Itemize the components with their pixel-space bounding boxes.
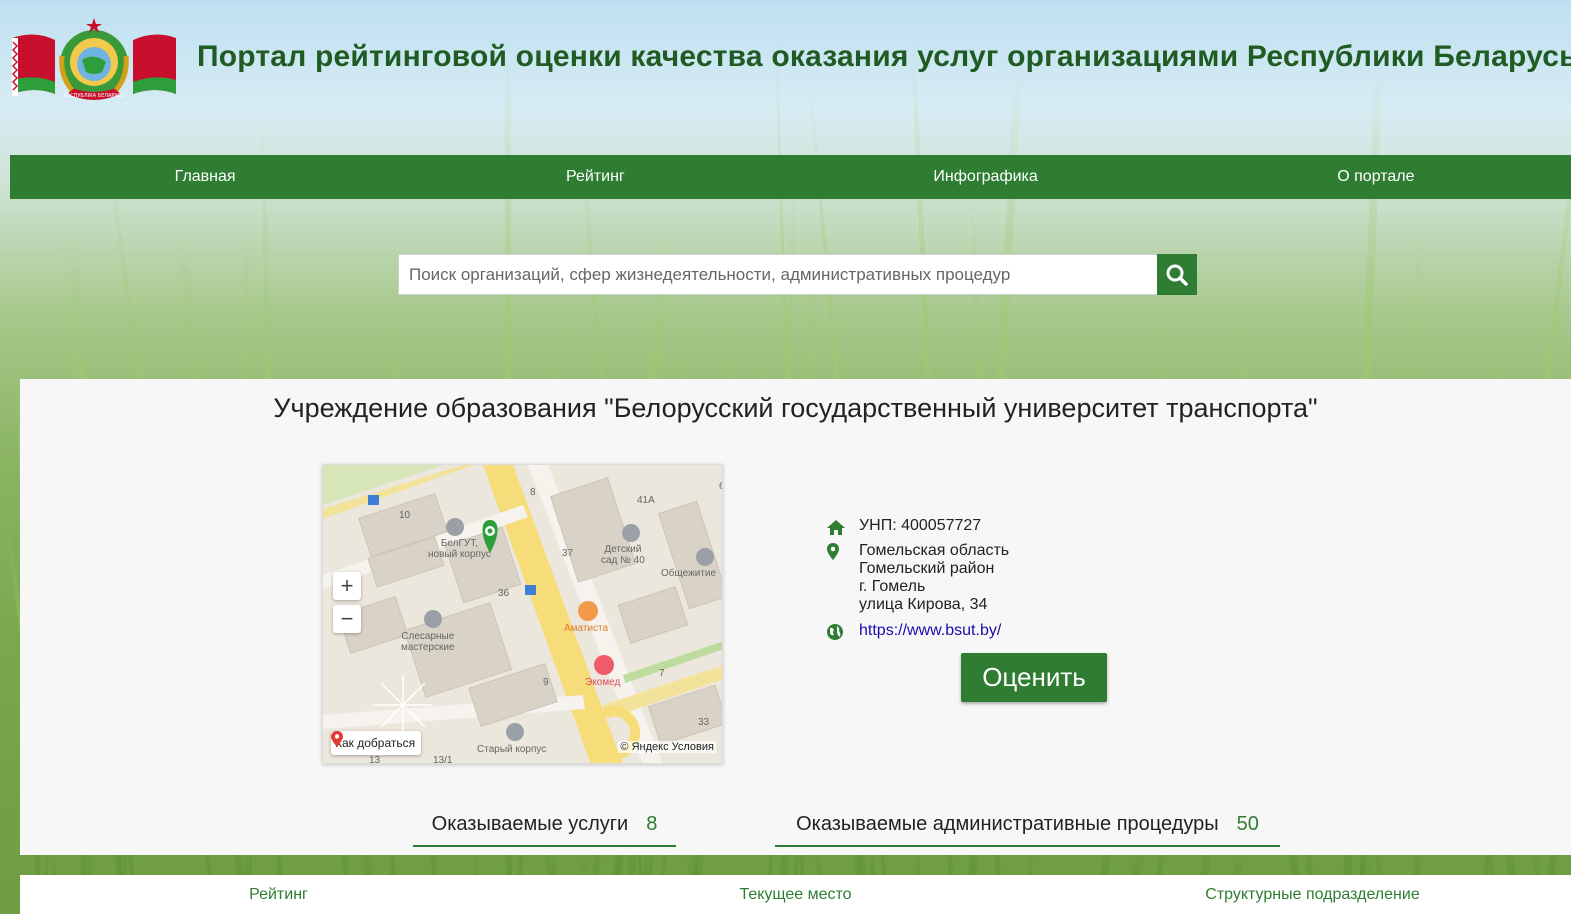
map-house-number: 9 <box>543 677 549 688</box>
search-button[interactable] <box>1157 254 1197 295</box>
map-pin-icon <box>331 731 343 747</box>
tab-structural-units[interactable]: Структурные подразделение <box>1054 875 1571 914</box>
state-emblem-logo: РЭСПУБЛІКА БЕЛАРУСЬ <box>10 16 178 106</box>
tab-current-place[interactable]: Текущее место <box>537 875 1054 914</box>
search-input[interactable] <box>398 254 1157 295</box>
tab-rating[interactable]: Рейтинг <box>20 875 537 914</box>
unp-row: УНП: 400057727 <box>826 517 1009 535</box>
map-canvas <box>323 465 722 763</box>
unp-text: УНП: 400057727 <box>859 517 982 534</box>
admin-procedures-count-tab[interactable]: Оказываемые административные процедуры 5… <box>775 803 1280 847</box>
nav-about[interactable]: О портале <box>1181 155 1571 199</box>
services-label: Оказываемые услуги <box>431 812 629 835</box>
bottom-tabs: Рейтинг Текущее место Структурные подраз… <box>20 875 1571 914</box>
rate-button[interactable]: Оценить <box>961 653 1107 702</box>
admin-procedures-label: Оказываемые административные процедуры <box>796 812 1219 835</box>
search-icon <box>1166 264 1188 286</box>
map-house-number: 10 <box>399 510 411 521</box>
address-district: Гомельский район <box>859 560 995 577</box>
search-bar <box>398 254 1197 295</box>
address-street: улица Кирова, 34 <box>859 596 988 613</box>
organization-card: Учреждение образования "Белорусский госу… <box>20 379 1571 855</box>
home-icon <box>827 520 845 535</box>
emblem-ribbon-text: РЭСПУБЛІКА БЕЛАРУСЬ <box>64 93 125 99</box>
map-label-old-building: Старый корпус <box>477 744 547 755</box>
map-label-amatista: Аматиста <box>564 623 609 634</box>
services-count: 8 <box>646 812 658 835</box>
address-region: Гомельская область <box>859 542 1010 559</box>
organization-title: Учреждение образования "Белорусский госу… <box>273 393 1318 423</box>
map-zoom-in-button[interactable]: + <box>333 572 361 600</box>
map-house-number: 36 <box>498 588 510 599</box>
map-label-exomed: Экомед <box>585 677 621 688</box>
map-route-button[interactable]: Как добраться <box>331 731 422 755</box>
map-house-number: 13/1 <box>433 755 453 764</box>
nav-home[interactable]: Главная <box>10 155 400 199</box>
map-label-belgut: БелГУТ, новый корпус <box>428 538 491 560</box>
map-terms-link[interactable]: Условия <box>672 741 714 753</box>
map-label-dorm: Общежитие <box>661 568 717 579</box>
organization-info: УНП: 400057727 Гомельская область Гомель… <box>826 517 1009 640</box>
main-navigation: Главная Рейтинг Инфографика О портале <box>10 155 1571 199</box>
map-house-number: 6 <box>719 481 722 492</box>
admin-procedures-count: 50 <box>1236 812 1259 835</box>
address-row: Гомельская область Гомельский район г. Г… <box>826 542 1009 614</box>
map-house-number: 7 <box>659 668 665 679</box>
nav-rating[interactable]: Рейтинг <box>400 155 790 199</box>
globe-icon <box>827 624 843 640</box>
map-copyright: © Яндекс Условия <box>618 741 716 753</box>
map-zoom-out-button[interactable]: − <box>333 605 361 633</box>
map-label-workshops: Слесарные мастерские <box>401 631 455 653</box>
website-link[interactable]: https://www.bsut.by/ <box>859 622 1001 639</box>
map-label-kindergarten: Детский сад № 40 <box>601 544 645 566</box>
header: РЭСПУБЛІКА БЕЛАРУСЬ Портал рейтинговой о… <box>0 0 1571 155</box>
map-house-number: 33 <box>698 717 710 728</box>
map-house-number: 37 <box>562 548 574 559</box>
site-title: Портал рейтинговой оценки качества оказа… <box>197 40 1571 73</box>
website-row: https://www.bsut.by/ <box>826 622 1009 640</box>
map-route-label: Как добраться <box>335 736 416 750</box>
map-house-number: 8 <box>530 487 536 498</box>
map-house-number: 13 <box>369 755 381 764</box>
map-copyright-text: © Яндекс <box>620 741 669 753</box>
yandex-map[interactable]: БелГУТ, новый корпус Детский сад № 40 Об… <box>322 464 723 764</box>
location-pin-icon <box>827 543 839 560</box>
map-house-number: 41А <box>637 495 655 506</box>
nav-infographics[interactable]: Инфографика <box>791 155 1181 199</box>
address-city: г. Гомель <box>859 578 926 595</box>
services-count-tab[interactable]: Оказываемые услуги 8 <box>413 803 676 847</box>
